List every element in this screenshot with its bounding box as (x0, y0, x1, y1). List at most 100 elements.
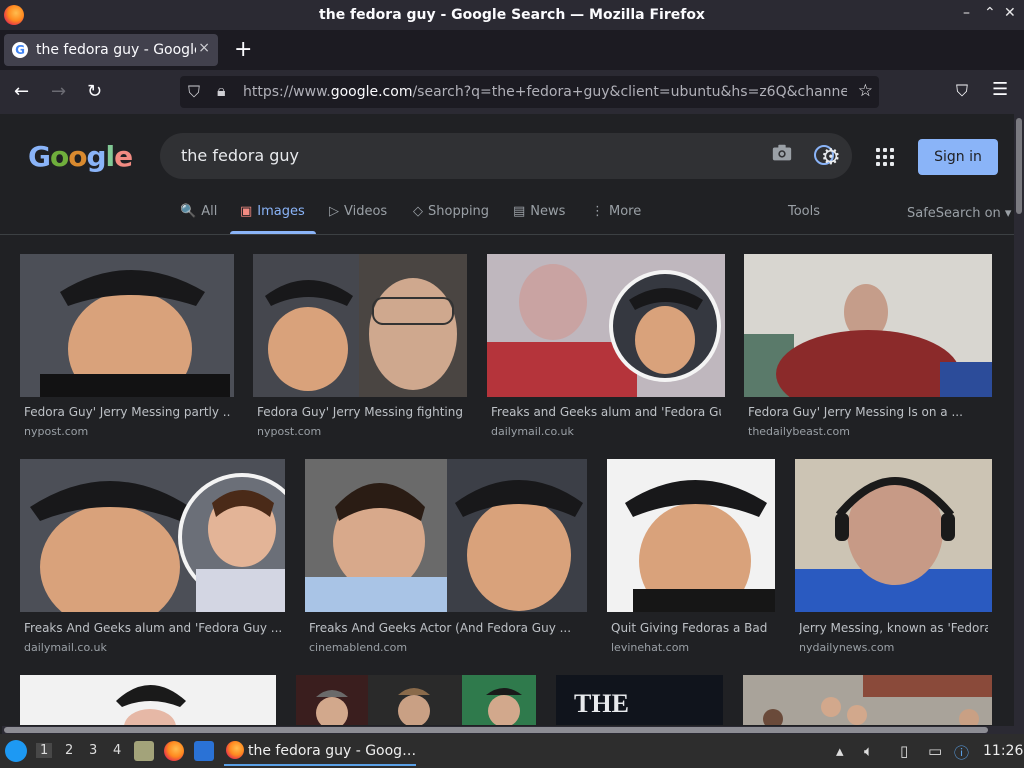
navigation-bar: ← → ↻ ⛉ 🔒︎ https://www.google.com/search… (0, 70, 1024, 114)
image-result[interactable]: Freaks And Geeks alum and 'Fedora Guy ..… (20, 459, 285, 659)
result-caption: Quit Giving Fedoras a Bad ... (611, 621, 771, 635)
firefox-launcher-icon[interactable] (164, 741, 184, 761)
image-result[interactable]: Quit Giving Fedoras a Bad ... levinehat.… (607, 459, 775, 659)
image-result[interactable]: Jerry Messing, known as 'Fedora... nydai… (795, 459, 992, 659)
horizontal-scrollbar[interactable] (2, 726, 1014, 734)
safesearch-toggle[interactable]: SafeSearch on ▾ (907, 206, 1011, 221)
tab-label: More (609, 204, 642, 219)
reload-icon[interactable]: ↻ (87, 81, 102, 102)
safesearch-label: SafeSearch on (907, 206, 1001, 221)
back-arrow-icon[interactable]: ← (14, 81, 29, 102)
result-caption: Freaks And Geeks alum and 'Fedora Guy ..… (24, 621, 281, 635)
firefox-icon (226, 741, 244, 759)
workspace-4[interactable]: 4 (113, 743, 121, 758)
image-result[interactable]: Freaks and Geeks alum and 'Fedora Guy...… (487, 254, 725, 444)
search-input[interactable]: the fedora guy (181, 146, 299, 165)
image-result[interactable]: Fedora Guy' Jerry Messing Is on a ... th… (744, 254, 992, 444)
search-box[interactable]: the fedora guy (160, 133, 852, 179)
new-tab-button[interactable]: + (234, 37, 252, 62)
result-caption: Fedora Guy' Jerry Messing partly ... (24, 405, 230, 419)
close-tab-icon[interactable]: × (198, 40, 210, 56)
scroll-thumb[interactable] (1016, 118, 1022, 214)
result-source: thedailybeast.com (748, 425, 850, 438)
result-thumbnail[interactable] (305, 459, 587, 612)
bookmark-star-icon[interactable]: ☆ (858, 81, 873, 101)
result-thumbnail[interactable] (253, 254, 467, 397)
tab-news[interactable]: ▤ News (513, 204, 565, 219)
close-window-button[interactable]: ✕ (1004, 5, 1016, 21)
result-thumbnail[interactable] (20, 254, 234, 397)
browser-tab[interactable]: G the fedora guy - Google × (4, 34, 218, 66)
tab-images[interactable]: ▣ Images (240, 204, 305, 219)
tab-label: Shopping (428, 204, 490, 219)
maximize-button[interactable]: ⌃ (984, 5, 996, 21)
video-icon: ▷ (329, 204, 339, 219)
image-result[interactable]: Freaks And Geeks Actor (And Fedora Guy .… (305, 459, 587, 659)
result-thumbnail[interactable] (744, 254, 992, 397)
result-source: dailymail.co.uk (24, 641, 107, 654)
result-thumbnail[interactable] (607, 459, 775, 612)
result-thumbnail[interactable] (795, 459, 992, 612)
logo-letter: e (114, 140, 133, 173)
url-text[interactable]: https://www.google.com/search?q=the+fedo… (243, 84, 847, 100)
tab-shopping[interactable]: ◇ Shopping (413, 204, 489, 219)
tools-button[interactable]: Tools (788, 204, 820, 219)
gear-icon[interactable]: ⚙ (821, 145, 841, 170)
tab-videos[interactable]: ▷ Videos (329, 204, 387, 219)
tab-more[interactable]: ⋮ More (591, 204, 641, 219)
workspace-2[interactable]: 2 (65, 743, 73, 758)
result-caption: Freaks And Geeks Actor (And Fedora Guy .… (309, 621, 572, 635)
search-type-tabs: 🔍 All ▣ Images ▷ Videos ◇ Shopping ▤ News ⋮ Mo… (0, 200, 1024, 234)
logo-letter: G (28, 140, 51, 173)
result-thumbnail[interactable] (296, 675, 536, 725)
start-menu-icon[interactable] (5, 740, 27, 762)
hamburger-menu-icon[interactable]: ☰ (992, 79, 1008, 100)
image-icon: ▣ (240, 204, 253, 219)
forward-arrow-icon[interactable]: → (51, 81, 66, 102)
minimize-button[interactable]: – (963, 5, 970, 21)
news-icon: ▤ (513, 204, 526, 219)
result-thumbnail[interactable] (20, 675, 276, 725)
result-thumbnail[interactable] (20, 459, 285, 612)
task-title: the fedora guy - Goog… (248, 743, 417, 759)
result-thumbnail[interactable] (743, 675, 992, 725)
file-manager-icon[interactable] (134, 741, 154, 761)
image-result[interactable] (743, 675, 992, 725)
apps-grid-icon[interactable] (876, 148, 894, 166)
header-divider (0, 234, 1024, 235)
updates-icon[interactable]: ⓘ (954, 742, 969, 763)
image-result[interactable]: Fedora Guy' Jerry Messing fighting ... n… (253, 254, 467, 444)
pocket-icon[interactable]: ⛉ (956, 81, 968, 101)
google-logo[interactable]: Google (28, 140, 133, 173)
image-result[interactable]: Fedora Guy' Jerry Messing partly ... nyp… (20, 254, 234, 444)
tray-arrow-icon[interactable]: ▴ (836, 742, 844, 760)
result-thumbnail[interactable] (487, 254, 725, 397)
result-source: dailymail.co.uk (491, 425, 574, 438)
camera-search-icon[interactable] (771, 142, 793, 164)
volume-icon[interactable]: 🔈︎ (864, 742, 873, 760)
logo-letter: o (68, 140, 87, 173)
image-result[interactable] (296, 675, 536, 725)
sign-in-button[interactable]: Sign in (918, 139, 998, 175)
workspace-3[interactable]: 3 (89, 743, 97, 758)
clock: 11:26 (983, 743, 1024, 759)
image-result[interactable]: THE (556, 675, 723, 725)
url-bar[interactable]: ⛉ 🔒︎ https://www.google.com/search?q=the… (180, 76, 879, 108)
scroll-thumb[interactable] (4, 727, 988, 733)
image-result[interactable] (20, 675, 276, 725)
network-icon[interactable]: ▭ (928, 742, 942, 760)
tab-label: Videos (344, 204, 388, 219)
tab-all[interactable]: 🔍 All (180, 204, 217, 219)
clipboard-icon[interactable]: ▯ (900, 742, 908, 760)
result-thumbnail[interactable]: THE (556, 675, 723, 725)
workspace-1[interactable]: 1 (36, 743, 53, 758)
result-source: nydailynews.com (799, 641, 895, 654)
window-titlebar: the fedora guy - Google Search — Mozilla… (0, 0, 1024, 30)
lock-icon[interactable]: 🔒︎ (217, 81, 226, 101)
tag-icon: ◇ (413, 204, 423, 219)
desktop-icon[interactable] (194, 741, 214, 761)
window-title: the fedora guy - Google Search — Mozilla… (319, 7, 705, 23)
vertical-scrollbar[interactable] (1014, 114, 1024, 734)
taskbar-firefox-task[interactable]: the fedora guy - Goog… (224, 736, 416, 766)
shield-icon[interactable]: ⛉ (188, 82, 200, 102)
